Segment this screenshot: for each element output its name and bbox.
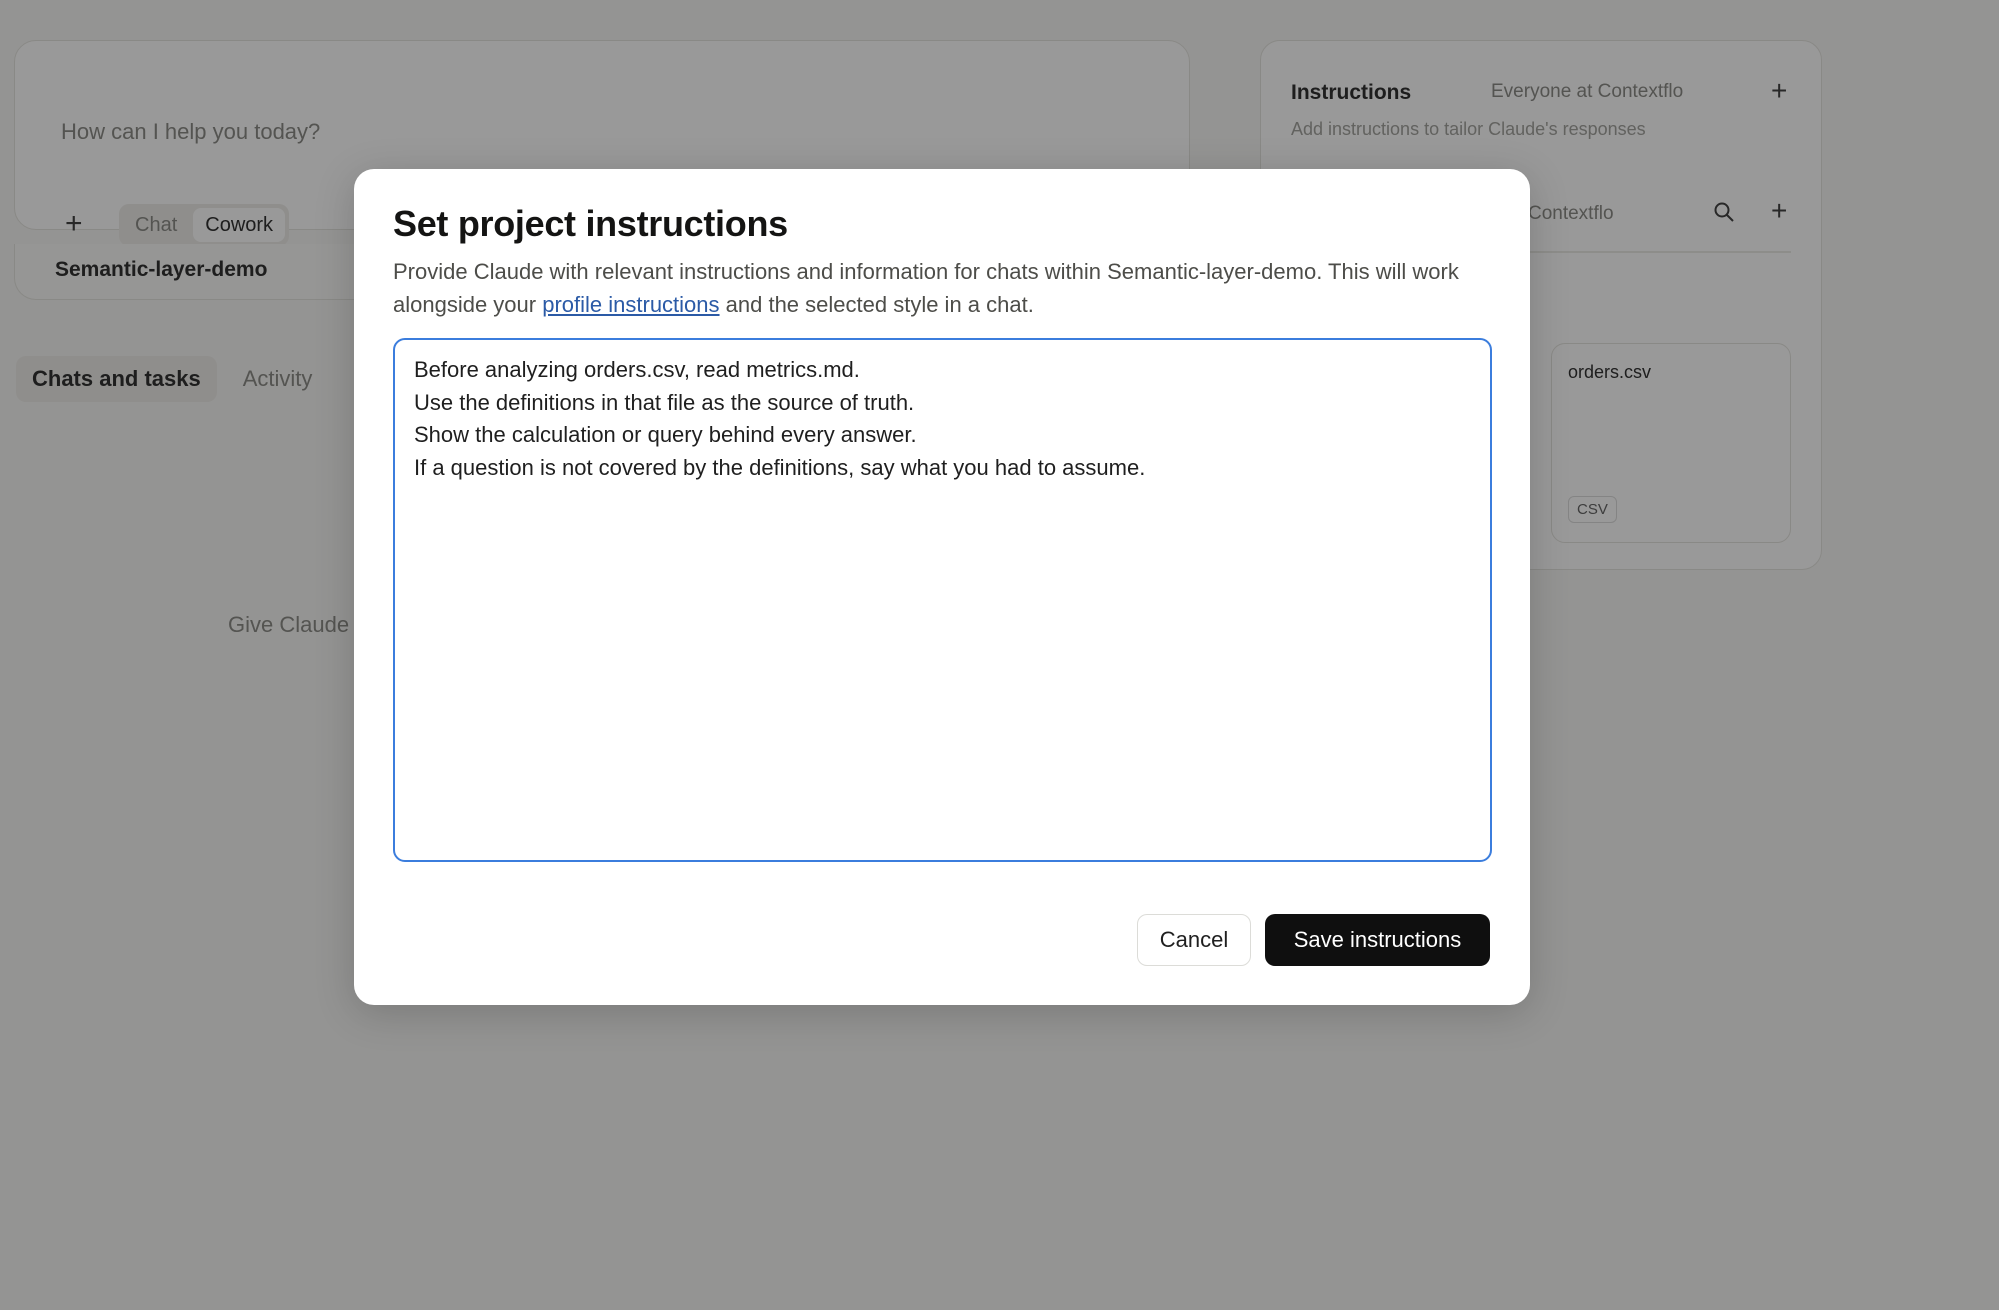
save-instructions-button[interactable]: Save instructions — [1265, 914, 1490, 966]
dialog-title: Set project instructions — [393, 203, 788, 244]
cancel-button[interactable]: Cancel — [1137, 914, 1251, 966]
description-text-end: and the selected style in a chat. — [719, 292, 1034, 317]
instructions-textarea[interactable]: Before analyzing orders.csv, read metric… — [393, 338, 1492, 862]
set-project-instructions-dialog: Set project instructions Provide Claude … — [354, 169, 1530, 1005]
profile-instructions-link[interactable]: profile instructions — [542, 292, 719, 317]
dialog-description: Provide Claude with relevant instruction… — [393, 255, 1503, 321]
